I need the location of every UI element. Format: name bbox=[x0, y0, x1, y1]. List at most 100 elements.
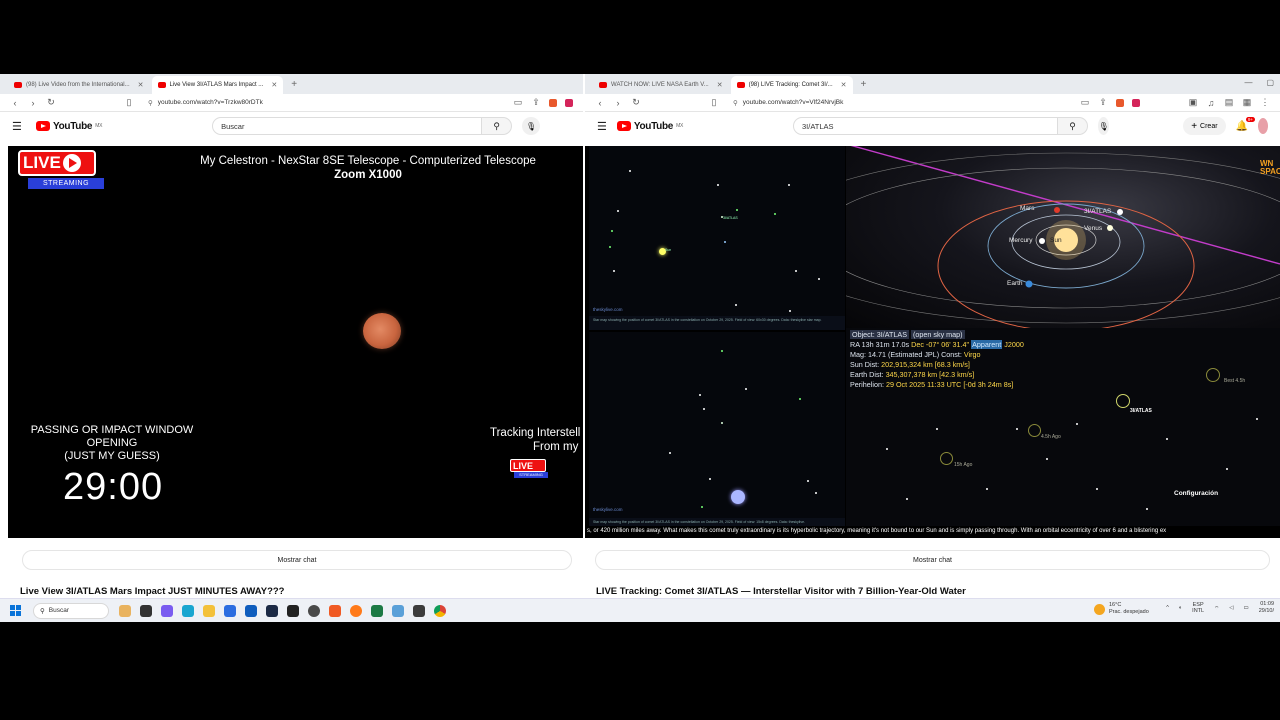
object-name: Object: 3I/ATLAS bbox=[850, 330, 909, 339]
reload-icon[interactable]: ↻ bbox=[631, 97, 641, 108]
url-field[interactable]: ⚲ youtube.com/watch?v=Trzkw80rDTk bbox=[142, 96, 505, 109]
forward-icon[interactable]: › bbox=[28, 98, 38, 108]
new-tab-icon[interactable]: + bbox=[285, 76, 303, 94]
youtube-logo[interactable]: YouTube MX bbox=[36, 121, 102, 132]
mail-icon[interactable] bbox=[245, 604, 257, 617]
rewards-icon[interactable] bbox=[565, 98, 573, 107]
site-info-icon[interactable]: ⚲ bbox=[733, 99, 738, 107]
media-icon[interactable] bbox=[266, 604, 278, 617]
brave-shield-icon[interactable] bbox=[549, 98, 557, 107]
bookmark-icon[interactable]: ▯ bbox=[124, 97, 134, 108]
tab-live-video-iss[interactable]: (98) Live Video from the International..… bbox=[8, 76, 150, 94]
battery-icon[interactable]: ▭ bbox=[1244, 605, 1249, 611]
search-icon[interactable]: ⚲ bbox=[482, 117, 513, 135]
chrome-icon[interactable] bbox=[434, 604, 446, 617]
bookmark-icon[interactable]: ▯ bbox=[709, 97, 719, 108]
extensions-icon[interactable]: ▤ bbox=[1224, 97, 1234, 108]
file-explorer-icon[interactable] bbox=[203, 604, 215, 617]
region-label: MX bbox=[95, 123, 103, 129]
taskbar-search[interactable]: ⚲ Buscar bbox=[33, 602, 109, 619]
menu-icon[interactable]: ☰ bbox=[597, 120, 607, 133]
xbox-icon[interactable] bbox=[287, 604, 299, 617]
tab-live-view-atlas[interactable]: Live View 3I/ATLAS Mars Impact ... ✕ bbox=[151, 76, 284, 94]
epoch-value[interactable]: J2000 bbox=[1004, 340, 1024, 349]
store-icon[interactable] bbox=[224, 604, 236, 617]
close-icon[interactable]: ✕ bbox=[717, 81, 723, 89]
rewards-icon[interactable] bbox=[1132, 98, 1140, 107]
widgets-icon[interactable] bbox=[119, 604, 131, 617]
tab-title: (98) Live Video from the International..… bbox=[26, 82, 130, 88]
magnitude: Mag: 14.71 bbox=[850, 350, 886, 359]
atlas-marker bbox=[1116, 394, 1130, 408]
forward-icon[interactable]: › bbox=[613, 98, 623, 108]
impact-window-text: PASSING OR IMPACT WINDOW OPENING (JUST M… bbox=[30, 424, 194, 462]
close-icon[interactable]: ✕ bbox=[841, 81, 847, 89]
share-icon[interactable]: ⇪ bbox=[1098, 97, 1108, 108]
atlas-label: 3I/ATLAS bbox=[1084, 208, 1112, 215]
tab-live-tracking-comet[interactable]: (98) LIVE Tracking: Comet 3I/... ✕ bbox=[730, 76, 853, 94]
maximize-icon[interactable]: ▢ bbox=[1266, 78, 1274, 87]
microphone-icon[interactable]: 🎙 bbox=[522, 117, 541, 135]
video-player[interactable]: LIVE STREAMING My Celestron - NexStar 8S… bbox=[8, 146, 583, 538]
tab-nasa-earth[interactable]: WATCH NOW: LIVE NASA Earth V... ✕ bbox=[593, 76, 729, 94]
left-browser-window: (98) Live Video from the International..… bbox=[0, 74, 583, 596]
clock[interactable]: 01:09 29/10/ bbox=[1259, 601, 1274, 615]
terminal-icon[interactable] bbox=[413, 604, 425, 617]
sidebar-icon[interactable]: ▣ bbox=[1188, 97, 1198, 108]
volume-icon[interactable]: ◁ bbox=[1229, 605, 1233, 611]
back-icon[interactable]: ‹ bbox=[10, 98, 20, 108]
remote-desktop-icon[interactable] bbox=[392, 604, 404, 617]
reload-icon[interactable]: ↻ bbox=[46, 97, 56, 108]
firefox-icon[interactable] bbox=[350, 604, 362, 617]
weather-widget[interactable]: 16°C Prac. despejado bbox=[1094, 602, 1149, 616]
youtube-logo[interactable]: YouTube MX bbox=[616, 121, 683, 132]
task-view-icon[interactable] bbox=[140, 604, 152, 617]
edge-icon[interactable] bbox=[182, 604, 194, 617]
search-input[interactable]: Buscar bbox=[212, 117, 483, 135]
minimize-icon[interactable]: — bbox=[1244, 78, 1252, 87]
search-icon[interactable]: ⚲ bbox=[1057, 117, 1088, 135]
star-map-zoom: theskylive.com bbox=[589, 332, 845, 528]
share-icon[interactable]: ⇪ bbox=[531, 97, 541, 108]
url-field[interactable]: ⚲ youtube.com/watch?v=Vlf24NrvjBk bbox=[727, 96, 1072, 109]
ago-marker-2 bbox=[940, 452, 953, 465]
cast-icon[interactable]: ▭ bbox=[1080, 97, 1090, 108]
windows-start-icon[interactable] bbox=[10, 605, 21, 616]
show-chat-button[interactable]: Mostrar chat bbox=[22, 550, 572, 570]
show-chat-button[interactable]: Mostrar chat bbox=[595, 550, 1270, 570]
search-input[interactable]: 3I/ATLAS bbox=[792, 117, 1058, 135]
microphone-icon[interactable]: 🎙 bbox=[1097, 117, 1110, 135]
brave-icon[interactable] bbox=[329, 604, 341, 617]
new-tab-icon[interactable]: + bbox=[855, 76, 873, 94]
mars-label: Mars bbox=[1020, 205, 1035, 212]
brave-shield-icon[interactable] bbox=[1116, 98, 1124, 107]
configuration-button[interactable]: Configuración bbox=[1174, 490, 1218, 497]
excel-icon[interactable] bbox=[371, 604, 383, 617]
wifi-icon[interactable]: ⌔ bbox=[1214, 605, 1219, 612]
close-icon[interactable]: ✕ bbox=[138, 81, 144, 89]
tab-strip: WATCH NOW: LIVE NASA Earth V... ✕ (98) L… bbox=[585, 74, 1280, 94]
search-icon: ⚲ bbox=[40, 607, 45, 615]
network-icon[interactable]: ◐ bbox=[1179, 605, 1182, 611]
close-icon[interactable]: ✕ bbox=[271, 81, 277, 89]
youtube-header: ☰ YouTube MX Buscar ⚲ 🎙 bbox=[0, 112, 583, 140]
create-button[interactable]: + Crear bbox=[1183, 117, 1226, 135]
tracking-text: Tracking Interstell From my bbox=[490, 427, 581, 453]
chevron-up-icon[interactable]: ^ bbox=[1166, 605, 1169, 611]
cast-icon[interactable]: ▭ bbox=[513, 97, 523, 108]
site-info-icon[interactable]: ⚲ bbox=[148, 99, 153, 107]
back-icon[interactable]: ‹ bbox=[595, 98, 605, 108]
dell-icon[interactable] bbox=[308, 604, 320, 617]
menu-icon[interactable]: ☰ bbox=[12, 120, 26, 133]
ago-label-1: 4.5h Ago bbox=[1041, 434, 1061, 440]
playlist-icon[interactable]: ♫ bbox=[1206, 98, 1216, 108]
avatar[interactable] bbox=[1258, 118, 1268, 134]
open-sky-map-link[interactable]: (open sky map) bbox=[911, 330, 965, 339]
language-indicator[interactable]: ESP INTL bbox=[1192, 602, 1204, 614]
more-menu-icon[interactable]: ⋮ bbox=[1260, 97, 1270, 108]
wallet-icon[interactable]: ▦ bbox=[1242, 97, 1252, 108]
apparent-badge[interactable]: Apparent bbox=[971, 340, 1003, 349]
notifications-icon[interactable]: 🔔 9+ bbox=[1236, 116, 1256, 132]
video-title: Live View 3I/ATLAS Mars Impact JUST MINU… bbox=[20, 586, 285, 596]
copilot-icon[interactable] bbox=[161, 604, 173, 617]
